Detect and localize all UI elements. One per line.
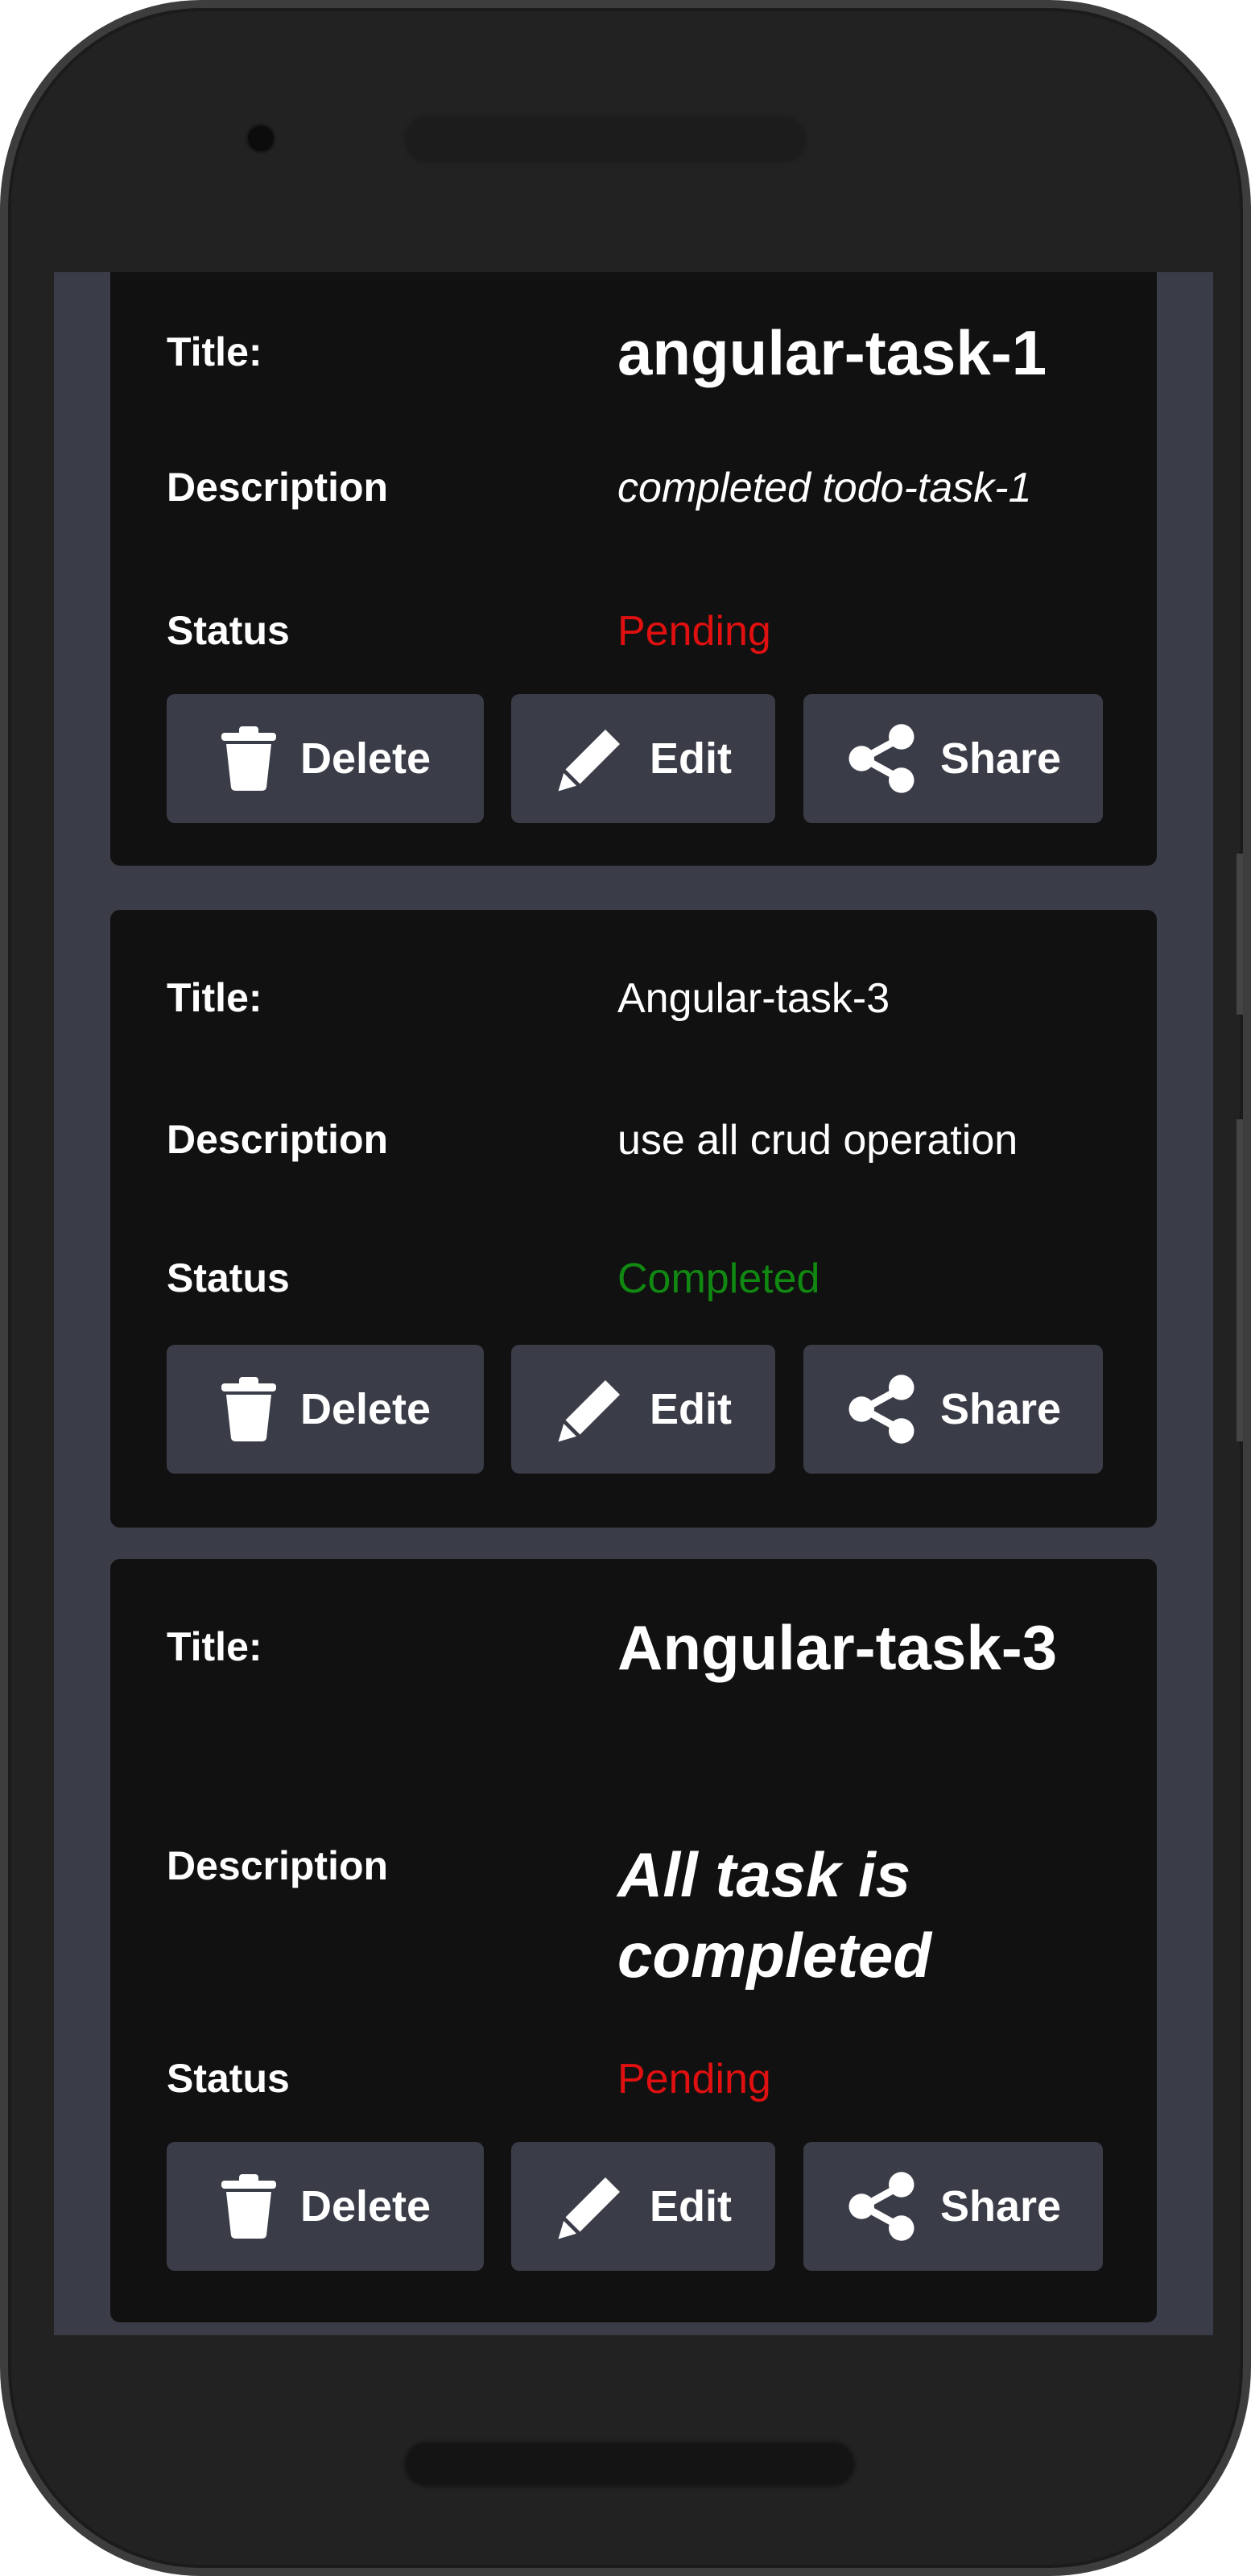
front-camera <box>248 126 274 151</box>
task-card: Title: Angular-task-3 Description All ta… <box>110 1559 1157 2322</box>
pencil-icon <box>555 1373 627 1445</box>
task-description: completed todo-task-1 <box>617 465 1032 511</box>
share-icon <box>845 722 918 795</box>
description-label: Description <box>167 465 389 510</box>
description-label: Description <box>167 1843 389 1888</box>
edit-label: Edit <box>650 1385 732 1433</box>
task-status: Pending <box>617 2056 771 2103</box>
edit-button[interactable]: Edit <box>511 2142 775 2271</box>
delete-button[interactable]: Delete <box>167 1345 484 1474</box>
description-label: Description <box>167 1117 389 1162</box>
task-status: Pending <box>617 608 771 655</box>
pencil-icon <box>555 722 627 795</box>
edit-button[interactable]: Edit <box>511 694 775 823</box>
trash-icon <box>220 1377 278 1441</box>
delete-label: Delete <box>299 734 431 783</box>
task-status: Completed <box>617 1255 820 1302</box>
share-button[interactable]: Share <box>803 694 1103 823</box>
task-description: All task is completed <box>617 1839 932 1991</box>
share-label: Share <box>939 734 1062 783</box>
task-title: Angular-task-3 <box>617 1612 1058 1683</box>
share-label: Share <box>939 2182 1062 2231</box>
title-label: Title: <box>167 975 262 1020</box>
task-card: Title: Angular-task-3 Description use al… <box>110 910 1157 1528</box>
status-label: Status <box>167 1255 290 1300</box>
task-description: use all crud operation <box>617 1117 1018 1164</box>
share-button[interactable]: Share <box>803 2142 1103 2271</box>
edit-label: Edit <box>650 734 732 783</box>
task-title: angular-task-1 <box>617 317 1047 388</box>
pencil-icon <box>555 2170 627 2243</box>
delete-button[interactable]: Delete <box>167 2142 484 2271</box>
task-title: Angular-task-3 <box>617 975 890 1022</box>
earpiece-speaker <box>404 116 807 163</box>
trash-icon <box>220 2174 278 2239</box>
volume-button <box>1237 854 1243 1015</box>
share-icon <box>845 1373 918 1445</box>
delete-label: Delete <box>299 1385 431 1433</box>
title-label: Title: <box>167 329 262 374</box>
delete-button[interactable]: Delete <box>167 694 484 823</box>
bottom-speaker <box>404 2442 855 2487</box>
share-label: Share <box>939 1385 1062 1433</box>
edit-label: Edit <box>650 2182 732 2231</box>
edit-button[interactable]: Edit <box>511 1345 775 1474</box>
delete-label: Delete <box>299 2182 431 2231</box>
share-button[interactable]: Share <box>803 1345 1103 1474</box>
status-label: Status <box>167 2056 290 2101</box>
task-card: Title: angular-task-1 Description comple… <box>110 272 1157 866</box>
phone-frame: Title: angular-task-1 Description comple… <box>0 0 1251 2576</box>
title-label: Title: <box>167 1624 262 1669</box>
app-screen: Title: angular-task-1 Description comple… <box>54 272 1213 2335</box>
share-icon <box>845 2170 918 2243</box>
power-button <box>1237 1119 1243 1441</box>
trash-icon <box>220 726 278 791</box>
status-label: Status <box>167 608 290 653</box>
